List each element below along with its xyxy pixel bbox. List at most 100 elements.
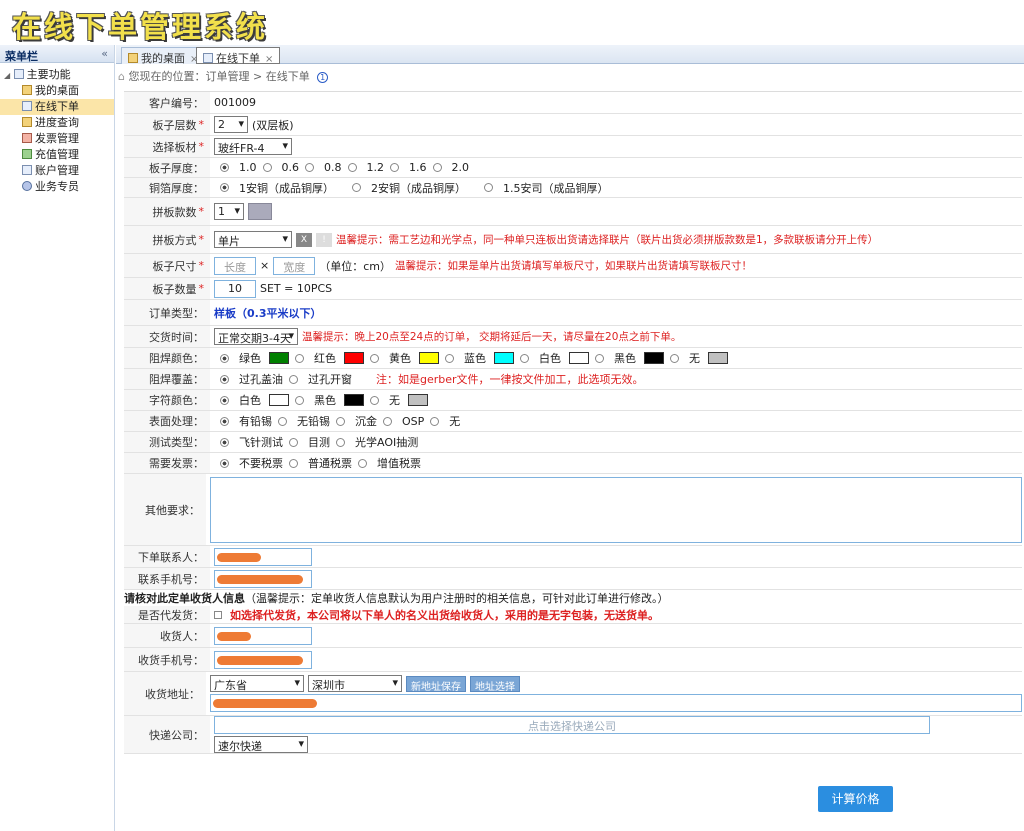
radio-copper-1[interactable] <box>220 183 229 192</box>
radio-mask-red[interactable] <box>295 353 304 363</box>
panel-count-select[interactable]: 1 ▾ <box>214 203 244 220</box>
radio-silk-white[interactable] <box>220 395 229 405</box>
radio-thickness-6[interactable] <box>432 163 442 172</box>
city-select[interactable]: 深圳市 ▾ <box>308 675 402 692</box>
width-input[interactable]: 宽度 <box>273 256 316 275</box>
radio-surface-1[interactable] <box>220 416 229 426</box>
sidebar-item-online-order[interactable]: 在线下单 <box>0 99 114 115</box>
row-invoice: 需要发票： 不要税票 普通税票 增值税票 <box>124 453 1022 474</box>
row-proxy: 是否代发货： 如选择代发货，本公司将以下单人的名义出货给收货人，采用的是无字包装… <box>124 606 1022 624</box>
radio-mask-white[interactable] <box>520 353 529 363</box>
recharge-icon <box>22 149 32 159</box>
radio-mask-green[interactable] <box>220 353 229 363</box>
row-other: 其他要求： <box>124 474 1022 546</box>
swatch-blue <box>494 352 514 364</box>
radio-surface-2[interactable] <box>278 416 287 426</box>
other-requirements-textarea[interactable] <box>210 476 1022 543</box>
swatch-none <box>708 352 728 364</box>
radio-thickness-4[interactable] <box>347 163 357 172</box>
chevron-down-icon: ▾ <box>282 232 288 245</box>
swatch-red <box>344 352 364 364</box>
radio-copper-2[interactable] <box>352 183 361 192</box>
close-icon[interactable]: × <box>265 54 273 65</box>
radio-mask-none[interactable] <box>670 353 679 363</box>
radio-surface-4[interactable] <box>383 416 392 426</box>
tree-root[interactable]: ◢ 主要功能 <box>0 67 114 83</box>
home-icon: ⌂ <box>118 70 125 83</box>
radio-mask-black[interactable] <box>595 353 604 363</box>
sidebar-item-desktop[interactable]: 我的桌面 <box>0 83 114 99</box>
receiver-phone-input[interactable] <box>214 650 312 669</box>
app-banner: 在线下单管理系统 <box>0 0 1024 44</box>
sidebar-item-sales[interactable]: 业务专员 <box>0 179 114 195</box>
radio-thickness-5[interactable] <box>390 163 399 172</box>
sidebar-item-account[interactable]: 账户管理 <box>0 163 114 179</box>
length-input[interactable]: 长度 <box>214 256 256 275</box>
receiver-input[interactable] <box>214 626 312 645</box>
save-address-button[interactable]: 新地址保存 <box>406 675 466 693</box>
proxy-checkbox[interactable] <box>214 610 222 619</box>
radio-silk-black[interactable] <box>295 395 304 405</box>
panel-info-button[interactable]: ! <box>316 232 332 247</box>
radio-mask-yellow[interactable] <box>370 353 379 363</box>
express-input[interactable]: 点击选择快递公司 <box>214 716 930 734</box>
radio-thickness-2[interactable] <box>262 163 272 172</box>
progress-icon <box>22 117 32 127</box>
breadcrumb: ⌂ 您现在的位置：订单管理 > 在线下单 1 <box>118 68 329 84</box>
layers-select[interactable]: 2 ▾ <box>214 116 248 133</box>
user-icon <box>22 181 32 191</box>
swatch-green <box>269 352 289 364</box>
row-order-type: 订单类型： 样板（0.3平米以下） <box>124 300 1022 326</box>
radio-test-1[interactable] <box>220 437 229 447</box>
order-icon <box>22 101 32 111</box>
radio-invoice-1[interactable] <box>220 458 229 468</box>
quantity-input[interactable]: 10 <box>214 279 256 298</box>
radio-silk-none[interactable] <box>370 395 379 405</box>
radio-invoice-2[interactable] <box>289 458 298 468</box>
select-address-button[interactable]: 地址选择 <box>470 675 520 693</box>
radio-cover-oil[interactable] <box>220 374 229 384</box>
app-title: 在线下单管理系统 <box>12 10 269 44</box>
sidebar-title: 菜单栏 <box>5 50 38 63</box>
sidebar-item-recharge[interactable]: 充值管理 <box>0 147 114 163</box>
delivery-select[interactable]: 正常交期3-4天 ▾ <box>214 328 298 345</box>
account-icon <box>22 165 32 175</box>
express-select[interactable]: 速尔快递 ▾ <box>214 736 308 753</box>
chevron-down-icon: ▾ <box>294 676 300 689</box>
material-select[interactable]: 玻纤FR-4 ▾ <box>214 138 292 155</box>
sidebar-item-progress[interactable]: 进度查询 <box>0 115 114 131</box>
row-mask-cover: 阻焊覆盖： 过孔盖油 过孔开窗 注：如是gerber文件，一律按文件加工，此选项… <box>124 369 1022 390</box>
tab-online-order[interactable]: 在线下单 × <box>196 47 281 65</box>
address-input[interactable] <box>210 694 1022 712</box>
radio-test-2[interactable] <box>289 437 298 447</box>
expand-icon: ◢ <box>4 71 11 80</box>
radio-cover-open[interactable] <box>289 374 298 384</box>
radio-thickness-3[interactable] <box>305 163 314 172</box>
phone-input[interactable] <box>214 569 312 588</box>
row-receiver: 收货人： <box>124 624 1022 648</box>
panel-mode-select[interactable]: 单片 ▾ <box>214 231 292 248</box>
row-express: 快递公司： 点击选择快递公司 速尔快递 ▾ <box>124 716 1022 754</box>
collapse-icon[interactable]: « <box>101 47 108 60</box>
menu-tree: ◢ 主要功能 我的桌面 在线下单 进度查询 发票管理 充值管理 账户管理 业务专… <box>0 63 114 195</box>
swatch-white <box>569 352 589 364</box>
radio-thickness-1[interactable] <box>220 163 229 172</box>
radio-copper-3[interactable] <box>484 183 493 192</box>
province-select[interactable]: 广东省 ▾ <box>210 675 304 692</box>
sidebar: 菜单栏 « ◢ 主要功能 我的桌面 在线下单 进度查询 发票管理 充值管理 账户… <box>0 45 115 831</box>
tab-desktop[interactable]: 我的桌面 × <box>121 47 206 65</box>
radio-test-3[interactable] <box>336 437 345 447</box>
calculate-price-button[interactable]: 计算价格 <box>818 786 893 812</box>
panel-x-button[interactable]: X <box>296 232 312 247</box>
radio-invoice-3[interactable] <box>358 458 367 468</box>
chevron-down-icon: ▾ <box>282 139 288 152</box>
chevron-down-icon: ▾ <box>392 676 398 689</box>
radio-surface-5[interactable] <box>430 416 440 426</box>
row-copper: 铜箔厚度： 1安铜（成品铜厚） 2安铜（成品铜厚） 1.5安司（成品铜厚） <box>124 178 1022 198</box>
info-icon[interactable]: 1 <box>317 72 329 83</box>
sidebar-item-invoice[interactable]: 发票管理 <box>0 131 114 147</box>
contact-input[interactable] <box>214 547 312 566</box>
radio-mask-blue[interactable] <box>445 353 454 363</box>
radio-surface-3[interactable] <box>336 416 345 426</box>
row-layers: 板子层数 * 2 ▾ (双层板) <box>124 114 1022 136</box>
